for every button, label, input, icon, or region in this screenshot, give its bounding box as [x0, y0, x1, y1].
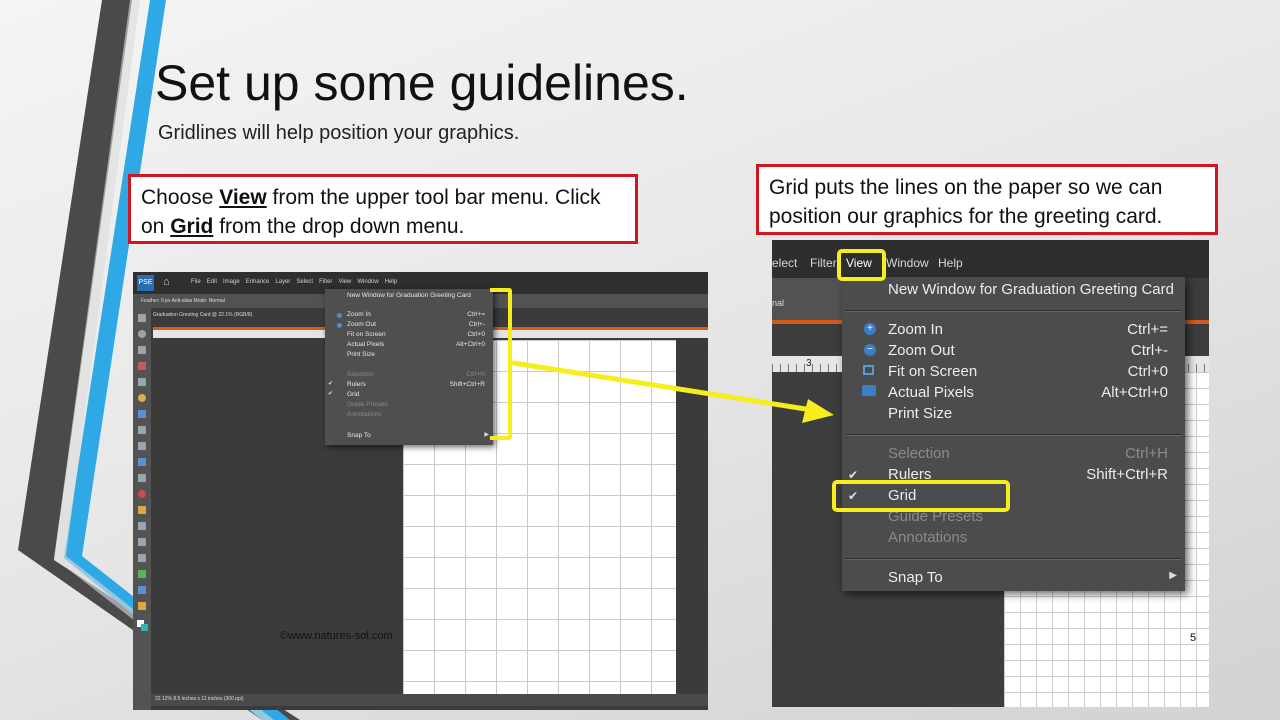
menu-item-annotations[interactable]: Annotations — [888, 529, 967, 546]
menu-enhance[interactable]: Enhance — [246, 279, 270, 285]
home-icon[interactable]: ⌂ — [163, 276, 170, 288]
menu-item-print-size[interactable]: Print Size — [888, 405, 952, 422]
menu-item-print-size[interactable]: Print Size — [347, 351, 375, 358]
callout-keyword-grid: Grid — [170, 215, 214, 238]
menu-layer[interactable]: Layer — [275, 279, 290, 285]
submenu-arrow-icon: ▶ — [484, 432, 489, 438]
tool-icons[interactable] — [133, 308, 151, 638]
highlight-bracket — [490, 288, 512, 440]
menu-separator — [846, 434, 1181, 436]
menu-shortcut: Ctrl+H — [466, 371, 485, 378]
menu-shortcut: Ctrl+= — [1127, 321, 1168, 338]
menu-help[interactable]: Help — [938, 256, 963, 270]
menu-item-zoom-out[interactable]: Zoom Out — [347, 321, 376, 328]
menu-item-guide-presets[interactable]: Guide Presets — [347, 401, 388, 408]
menu-item-annotations[interactable]: Annotations — [347, 411, 381, 418]
copyright-footer: ©www.natures-sol.com — [280, 630, 393, 642]
menu-view[interactable]: View — [338, 279, 351, 285]
callout-keyword-view: View — [219, 186, 267, 209]
mode-value: nal — [772, 298, 785, 308]
grid-highlight-box — [832, 480, 1010, 512]
menu-shortcut: Ctrl+= — [467, 311, 485, 318]
menu-select[interactable]: Select — [296, 279, 313, 285]
callout-text: from the drop down menu. — [213, 215, 465, 238]
callout-text: Choose — [141, 186, 220, 209]
view-highlight-box — [837, 249, 886, 281]
slide-title: Set up some guidelines. — [155, 55, 689, 111]
menu-item-fit-on-screen[interactable]: Fit on Screen — [347, 331, 386, 338]
menu-edit[interactable]: Edit — [207, 279, 217, 285]
actual-pixels-icon — [862, 385, 876, 396]
menu-shortcut: Alt+Ctrl+0 — [456, 341, 485, 348]
menu-item-new-window[interactable]: New Window for Graduation Greeting Card — [888, 281, 1174, 298]
menu-item-zoom-out[interactable]: Zoom Out — [888, 342, 955, 359]
options-text: Feather: 0 px Anti-alias Mode: Normal — [141, 298, 225, 304]
menu-item-actual-pixels[interactable]: Actual Pixels — [347, 341, 384, 348]
menu-item-zoom-in[interactable]: Zoom In — [347, 311, 371, 318]
app-logo: PSE — [137, 275, 154, 291]
view-dropdown-small: New Window for Graduation Greeting Card … — [325, 289, 493, 445]
menu-shortcut: Ctrl+0 — [467, 331, 485, 338]
menu-shortcut: Ctrl+- — [468, 321, 485, 328]
check-icon: ✔ — [328, 391, 334, 397]
menu-shortcut: Ctrl+- — [1130, 342, 1168, 359]
zoom-out-icon: − — [864, 344, 876, 356]
menu-image[interactable]: Image — [223, 279, 240, 285]
menu-item-rulers[interactable]: Rulers — [347, 381, 366, 388]
menu-help[interactable]: Help — [385, 279, 397, 285]
zoom-out-icon — [337, 323, 342, 328]
menu-select[interactable]: elect — [772, 256, 797, 270]
menu-shortcut: Ctrl+0 — [1127, 363, 1168, 380]
menu-item-actual-pixels[interactable]: Actual Pixels — [888, 384, 974, 401]
menu-separator — [846, 310, 1181, 312]
menu-item-zoom-in[interactable]: Zoom In — [888, 321, 943, 338]
status-text: 22.12% 8.5 inches x 11 inches (300 ppi) — [155, 696, 244, 702]
menu-item-grid[interactable]: Grid — [347, 391, 359, 398]
menu-item-selection[interactable]: Selection — [888, 445, 950, 462]
submenu-arrow-icon: ▶ — [1169, 570, 1177, 581]
zoom-in-icon: + — [864, 323, 876, 335]
view-dropdown-zoomed: New Window for Graduation Greeting Card … — [842, 277, 1185, 591]
menu-shortcut: Alt+Ctrl+0 — [1101, 384, 1168, 401]
arrow-icon — [512, 360, 834, 423]
menu-filter[interactable]: Filter — [319, 279, 332, 285]
menu-shortcut: Shift+Ctrl+R — [1086, 466, 1168, 483]
page-number: 5 — [1190, 632, 1197, 644]
slide-subtitle: Gridlines will help position your graphi… — [158, 122, 520, 144]
menu-item-snap-to[interactable]: Snap To — [347, 432, 371, 439]
instruction-callout: Choose View from the upper tool bar menu… — [128, 174, 638, 244]
menu-item-snap-to[interactable]: Snap To — [888, 569, 943, 586]
document-tab[interactable]: Graduation Greeting Card @ 22.1% (RGB/8) — [153, 312, 252, 318]
tools-panel — [133, 308, 151, 710]
menu-window[interactable]: Window — [886, 256, 929, 270]
menu-separator — [846, 558, 1181, 560]
menu-filter[interactable]: Filter — [810, 256, 837, 270]
explanation-callout: Grid puts the lines on the paper so we c… — [756, 164, 1218, 235]
screenshot-view-menu-zoom: elect Filter View Window Help nal 3 New … — [772, 240, 1209, 707]
menu-shortcut: Shift+Ctrl+R — [449, 381, 485, 388]
check-icon: ✔ — [328, 381, 334, 387]
menu-bar-items: File Edit Image Enhance Layer Select Filter Vie… — [191, 279, 403, 285]
zoom-in-icon — [337, 313, 342, 318]
menu-item-fit-on-screen[interactable]: Fit on Screen — [888, 363, 977, 380]
menu-item-selection[interactable]: Selection — [347, 371, 374, 378]
callout-text: Grid puts the lines on the paper so we c… — [769, 176, 1163, 228]
menu-window[interactable]: Window — [357, 279, 378, 285]
screenshot-editor-full: PSE ⌂ File Edit Image Enhance Layer Select Fil… — [133, 272, 708, 710]
fit-screen-icon — [863, 365, 874, 375]
menu-item-new-window[interactable]: New Window for Graduation Greeting Card — [347, 292, 471, 299]
menu-file[interactable]: File — [191, 279, 201, 285]
menu-shortcut: Ctrl+H — [1125, 445, 1168, 462]
